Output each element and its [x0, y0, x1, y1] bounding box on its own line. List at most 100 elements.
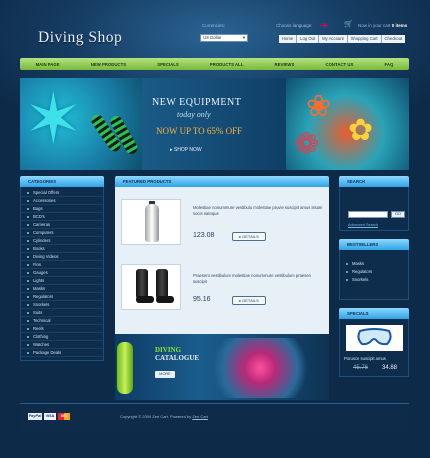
details-button[interactable]: ▸ DETAILS [232, 232, 266, 241]
category-item[interactable]: Clothing [21, 333, 103, 341]
page-wrapper: Diving Shop Currencies: US Dollar ▼ Choo… [18, 0, 411, 458]
category-item[interactable]: Books [21, 245, 103, 253]
zen-cart-link[interactable]: Zen Cart [192, 414, 208, 419]
catalogue-promo[interactable]: DIVING CATALOGUE MORE [115, 334, 329, 400]
bestseller-item[interactable]: Snorkels [340, 276, 408, 284]
category-item[interactable]: Gauges [21, 269, 103, 277]
shop-now-label: SHOP NOW [173, 147, 202, 153]
paypal-logo: PayPal [28, 413, 42, 420]
category-item[interactable]: Special Offers [21, 189, 103, 197]
banner-image-coral[interactable]: ❀ ✿ ❁ [286, 78, 409, 170]
details-button[interactable]: ▸ DETAILS [232, 296, 266, 305]
main-nav: MAIN PAGE NEW PRODUCTS SPECIALS PRODUCTS… [20, 58, 409, 70]
currency-select[interactable]: US Dollar ▼ [200, 34, 248, 42]
category-item[interactable]: Package Deals [21, 349, 103, 357]
nav-item-faq[interactable]: FAQ [384, 62, 393, 67]
diver-image [205, 338, 315, 398]
boot-shaft [136, 269, 148, 299]
category-item[interactable]: BCD's [21, 213, 103, 221]
details-label: DETAILS [242, 234, 259, 239]
category-item[interactable]: Suits [21, 309, 103, 317]
category-item[interactable]: Diving Videos [21, 253, 103, 261]
category-item[interactable]: Bags [21, 205, 103, 213]
search-input[interactable] [348, 211, 388, 218]
promo-catalogue-label: CATALOGUE [155, 354, 200, 362]
bestseller-item[interactable]: Regulators [340, 268, 408, 276]
boot-foot [136, 296, 154, 303]
cart-summary[interactable]: Now in your cart 0 items [358, 23, 407, 28]
nav-item-products-all[interactable]: PRODUCTS ALL [210, 62, 244, 67]
categories-panel: CATEGORIES Special Offers Accessories Ba… [20, 176, 104, 361]
chevron-down-icon: ▼ [242, 35, 246, 40]
visa-logo: VISA [44, 413, 56, 420]
more-button[interactable]: MORE [155, 371, 175, 378]
category-item[interactable]: Fins [21, 261, 103, 269]
mask-icon [357, 328, 392, 346]
nav-item-new-products[interactable]: NEW PRODUCTS [91, 62, 126, 67]
category-item[interactable]: Watches [21, 341, 103, 349]
top-link-home[interactable]: Home [279, 35, 298, 43]
featured-body: Molestiae nonummure vestibulu molestiae … [115, 187, 329, 341]
right-column: SEARCH GO Advanced Search BESTSELLERS Ma… [339, 176, 409, 377]
cart-icon[interactable]: 🛒 [344, 20, 353, 28]
currency-selected: US Dollar [203, 35, 222, 40]
nav-item-reviews[interactable]: REVIEWS [275, 62, 295, 67]
bestsellers-title: BESTSELLERS [339, 239, 409, 250]
details-label: DETAILS [242, 298, 259, 303]
coral-icon: ❀ [306, 90, 332, 123]
top-link-checkout[interactable]: Checkout [382, 35, 406, 43]
featured-title: FEATURED PRODUCTS [115, 176, 329, 187]
cart-prefix: Now in your cart [358, 23, 391, 28]
copyright-label: Copyright © 2009 Zen Cart. Powered by [120, 414, 192, 419]
search-go-button[interactable]: GO [391, 211, 405, 218]
boot-foot [156, 296, 174, 303]
category-item[interactable]: Snorkels [21, 301, 103, 309]
product-description: Praesent vestibulum molestiae nonummure … [193, 273, 312, 284]
special-product-name[interactable]: Porusce suscipit amus [344, 356, 386, 361]
top-link-logout[interactable]: Log Out [297, 35, 320, 43]
category-item[interactable]: Technical [21, 317, 103, 325]
category-item[interactable]: Cylinders [21, 237, 103, 245]
category-item[interactable]: Cameras [21, 221, 103, 229]
coral-icon: ✿ [348, 114, 374, 147]
category-item[interactable]: Masks [21, 285, 103, 293]
product-price: 123.08 [193, 232, 215, 239]
banner-title: NEW EQUIPMENT [152, 97, 242, 108]
site-logo[interactable]: Diving Shop [38, 29, 122, 47]
top-links: Home Log Out My Account Shopping Cart Ch… [279, 35, 406, 43]
bestseller-item[interactable]: Masks [340, 260, 408, 268]
nav-item-contact-us[interactable]: CONTACT US [325, 62, 353, 67]
uk-flag-icon[interactable] [320, 23, 328, 28]
product-price: 95.16 [193, 296, 211, 303]
coral-icon: ❁ [294, 128, 320, 161]
starfish-icon: ✶ [24, 80, 83, 158]
category-item[interactable]: Regulators [21, 293, 103, 301]
special-old-price: 45.76 [353, 365, 369, 371]
advanced-search-link[interactable]: Advanced Search [348, 223, 378, 227]
specials-title: SPECIALS [339, 308, 409, 319]
search-box: GO Advanced Search [339, 187, 409, 231]
nav-item-main-page[interactable]: MAIN PAGE [36, 62, 60, 67]
bestsellers-list: Masks Regulators Snorkels [339, 250, 409, 300]
product-image-boots[interactable] [121, 264, 181, 310]
footer: PayPal VISA MC Copyright © 2009 Zen Cart… [20, 403, 409, 431]
copyright-text: Copyright © 2009 Zen Cart. Powered by Ze… [120, 414, 208, 419]
top-link-cart[interactable]: Shopping Cart [348, 35, 382, 43]
currencies-label: Currencies: [202, 23, 226, 28]
product-image-tank[interactable] [121, 199, 181, 245]
shop-now-link[interactable]: ▸ SHOP NOW [170, 147, 202, 153]
category-item[interactable]: Lights [21, 277, 103, 285]
banner-offer[interactable]: NEW EQUIPMENT today only NOW UP TO 65% O… [142, 78, 286, 170]
banner-image-starfish[interactable]: ✶ [20, 78, 142, 170]
top-link-account[interactable]: My Account [319, 35, 348, 43]
special-product-image[interactable] [346, 325, 403, 351]
category-item[interactable]: Reels [21, 325, 103, 333]
categories-title: CATEGORIES [20, 176, 104, 187]
nav-item-specials[interactable]: SPECIALS [157, 62, 179, 67]
product-description: Molestiae nonummure vestibulu molestiae … [193, 205, 323, 216]
promo-diving-label: DIVING [155, 346, 182, 354]
category-item[interactable]: Computers [21, 229, 103, 237]
category-item[interactable]: Accessories [21, 197, 103, 205]
promo-tank-image [117, 342, 133, 394]
